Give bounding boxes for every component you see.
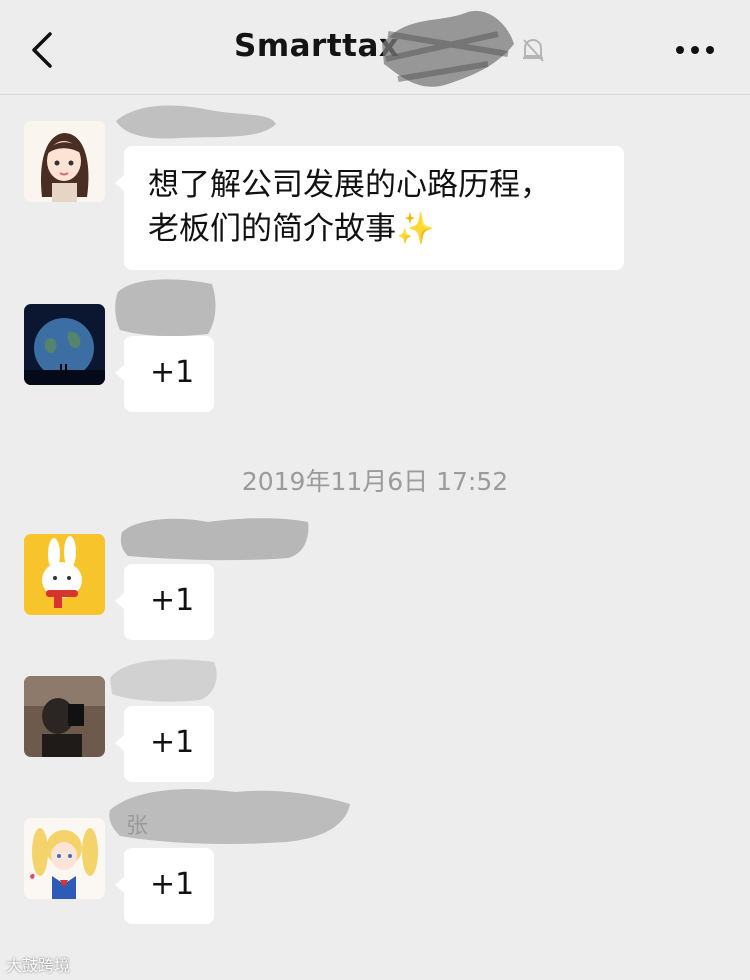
timestamp: 2019年11月6日 17:52 xyxy=(241,467,509,496)
redacted-sender-name xyxy=(109,789,350,844)
watermark: 大鼓跨境 xyxy=(6,956,71,975)
message-text-line-2: 老板们的简介故事✨ xyxy=(148,207,435,251)
bell-off-icon xyxy=(523,38,544,62)
message-text: +1 xyxy=(150,583,195,618)
redacted-sender-name xyxy=(110,659,217,702)
message-text: +1 xyxy=(150,725,195,760)
redacted-scribble xyxy=(382,10,514,87)
message-text: +1 xyxy=(150,355,195,390)
cartoon-girl-avatar[interactable] xyxy=(24,121,105,202)
sparkles-emoji: ✨ xyxy=(396,211,435,247)
redacted-sender-name xyxy=(120,518,309,561)
message-bubble[interactable]: 想了解公司发展的心路历程， 老板们的简介故事✨ xyxy=(115,146,624,270)
message-text-line-1: 想了解公司发展的心路历程， xyxy=(148,167,551,203)
message-bubble[interactable]: +1 xyxy=(115,336,214,412)
message-text-line-2-text: 老板们的简介故事 xyxy=(148,211,396,247)
message-bubble[interactable]: +1 xyxy=(115,564,214,640)
chat-header: Smarttax xyxy=(0,0,750,95)
chat-title: Smarttax xyxy=(234,28,400,64)
message-text: +1 xyxy=(150,867,195,902)
redacted-sender-name xyxy=(115,279,216,337)
more-dots-icon[interactable] xyxy=(674,44,716,56)
photo-person-avatar[interactable] xyxy=(24,676,105,757)
redacted-sender-name xyxy=(116,105,276,139)
earth-avatar[interactable] xyxy=(24,304,105,385)
message-bubble[interactable]: +1 xyxy=(115,848,214,924)
chevron-left-icon[interactable] xyxy=(28,30,58,70)
rabbit-avatar[interactable] xyxy=(24,534,105,615)
sailor-moon-avatar[interactable] xyxy=(24,818,105,899)
message-bubble[interactable]: +1 xyxy=(115,706,214,782)
